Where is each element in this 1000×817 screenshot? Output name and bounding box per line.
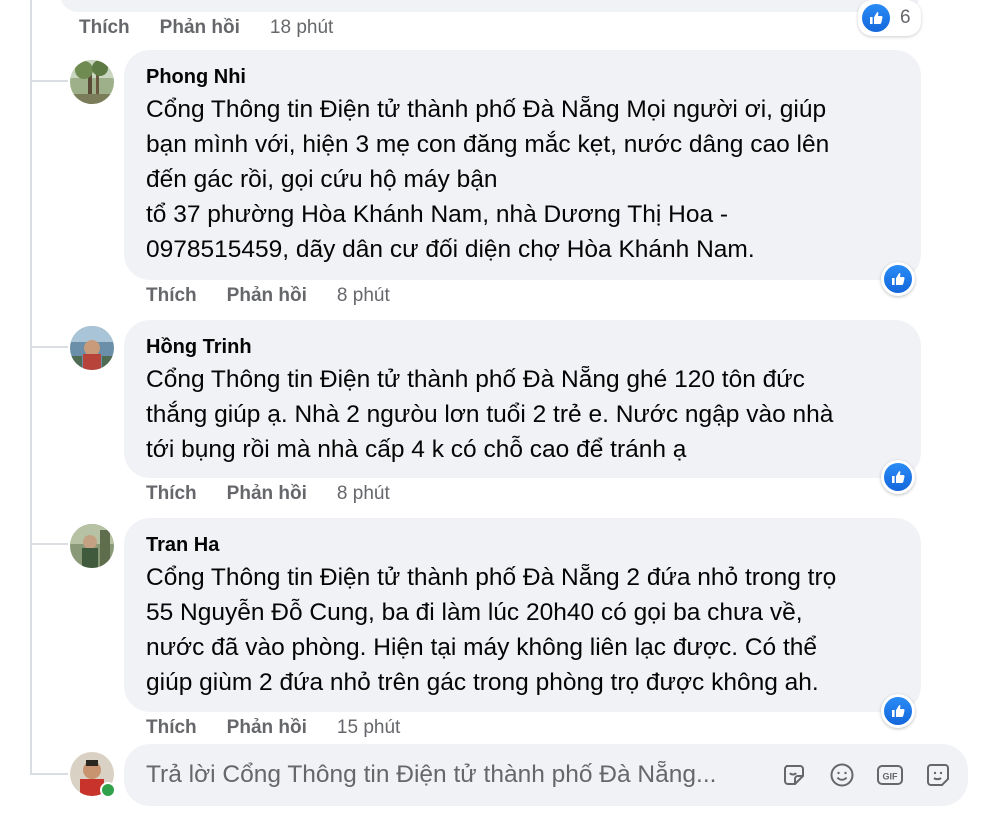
comment-text-line: tới bụng rồi mà nhà cấp 4 k có chỗ cao đ…	[146, 436, 687, 463]
composer-tools: GIF	[760, 761, 952, 789]
like-reaction-icon	[860, 2, 892, 34]
comment-text-line: nước đã vào phòng. Hiện tại máy không li…	[146, 634, 817, 661]
avatar-sticker-icon[interactable]	[924, 761, 952, 789]
reply-button[interactable]: Phản hồi	[227, 285, 307, 307]
comment-bubble: Phong Nhi Cổng Thông tin Điện tử thành p…	[124, 50, 921, 280]
comment-text-line: đến gác rồi, gọi cứu hộ máy bận	[146, 166, 498, 193]
reply-button[interactable]: Phản hồi	[160, 17, 240, 39]
comment-time[interactable]: 15 phút	[337, 717, 400, 739]
comment-author[interactable]: Hồng Trinh	[146, 334, 899, 360]
like-button[interactable]: Thích	[146, 717, 197, 739]
comment-text-line: 55 Nguyễn Đỗ Cung, ba đi làm lúc 20h40 c…	[146, 599, 803, 626]
comment-text-line: 0978515459, dãy dân cư đối diện chợ Hòa …	[146, 236, 755, 263]
comment-text-line: giúp giùm 2 đứa nhỏ trên gác trong phòng…	[146, 669, 819, 696]
reaction-summary[interactable]	[881, 262, 915, 296]
comment-text-line: Cổng Thông tin Điện tử thành phố Đà Nẵng…	[146, 366, 805, 393]
comment-author[interactable]: Tran Ha	[146, 532, 899, 558]
avatar[interactable]	[70, 524, 114, 568]
emoji-icon[interactable]	[828, 761, 856, 789]
like-reaction-icon	[882, 263, 914, 295]
comment-text-line: bạn mình với, hiện 3 mẹ con đăng mắc kẹt…	[146, 131, 830, 158]
gif-icon[interactable]: GIF	[876, 761, 904, 789]
thread-line-branch-2	[30, 346, 68, 348]
like-button[interactable]: Thích	[79, 17, 130, 39]
comment-actions: Thích Phản hồi 8 phút	[146, 285, 390, 307]
previous-comment-bubble	[60, 0, 920, 12]
comment-text-line: thắng giúp ạ. Nhà 2 ngưòu lơn tuổi 2 trẻ…	[146, 401, 834, 428]
thread-line-vertical	[30, 0, 32, 775]
like-button[interactable]: Thích	[146, 483, 197, 505]
reaction-count-number: 6	[900, 7, 911, 28]
comment-text-line: Cổng Thông tin Điện tử thành phố Đà Nẵng…	[146, 564, 837, 591]
like-button[interactable]: Thích	[146, 285, 197, 307]
reply-input[interactable]: Trả lời Cổng Thông tin Điện tử thành phố…	[146, 761, 760, 789]
reaction-count[interactable]: 6	[858, 0, 921, 36]
comment-time[interactable]: 18 phút	[270, 17, 333, 39]
comment-time[interactable]: 8 phút	[337, 483, 390, 505]
comment-bubble: Tran Ha Cổng Thông tin Điện tử thành phố…	[124, 518, 921, 712]
svg-text:GIF: GIF	[883, 772, 899, 782]
comment-text-line: Cổng Thông tin Điện tử thành phố Đà Nẵng…	[146, 96, 827, 123]
avatar[interactable]	[70, 326, 114, 370]
sticker-icon[interactable]	[780, 761, 808, 789]
avatar[interactable]	[70, 60, 114, 104]
comment-time[interactable]: 8 phút	[337, 285, 390, 307]
thread-line-branch-1	[30, 80, 68, 82]
online-status-dot	[100, 782, 116, 798]
reaction-summary[interactable]	[881, 460, 915, 494]
comment-text: Cổng Thông tin Điện tử thành phố Đà Nẵng…	[146, 362, 899, 467]
reply-button[interactable]: Phản hồi	[227, 717, 307, 739]
reply-button[interactable]: Phản hồi	[227, 483, 307, 505]
comment-actions: Thích Phản hồi 8 phút	[146, 483, 390, 505]
reply-composer[interactable]: Trả lời Cổng Thông tin Điện tử thành phố…	[124, 744, 968, 806]
previous-comment-actions: Thích Phản hồi 18 phút	[79, 17, 333, 39]
comment-text: Cổng Thông tin Điện tử thành phố Đà Nẵng…	[146, 92, 899, 267]
thread-line-branch-composer	[30, 773, 68, 775]
comment-text-line: tổ 37 phường Hòa Khánh Nam, nhà Dương Th…	[146, 201, 729, 228]
thread-line-branch-3	[30, 543, 68, 545]
comment-actions: Thích Phản hồi 15 phút	[146, 717, 400, 739]
comment-author[interactable]: Phong Nhi	[146, 64, 899, 90]
comment-text: Cổng Thông tin Điện tử thành phố Đà Nẵng…	[146, 560, 899, 700]
like-reaction-icon	[882, 461, 914, 493]
comment-bubble: Hồng Trinh Cổng Thông tin Điện tử thành …	[124, 320, 921, 478]
reaction-summary[interactable]	[881, 694, 915, 728]
like-reaction-icon	[882, 695, 914, 727]
